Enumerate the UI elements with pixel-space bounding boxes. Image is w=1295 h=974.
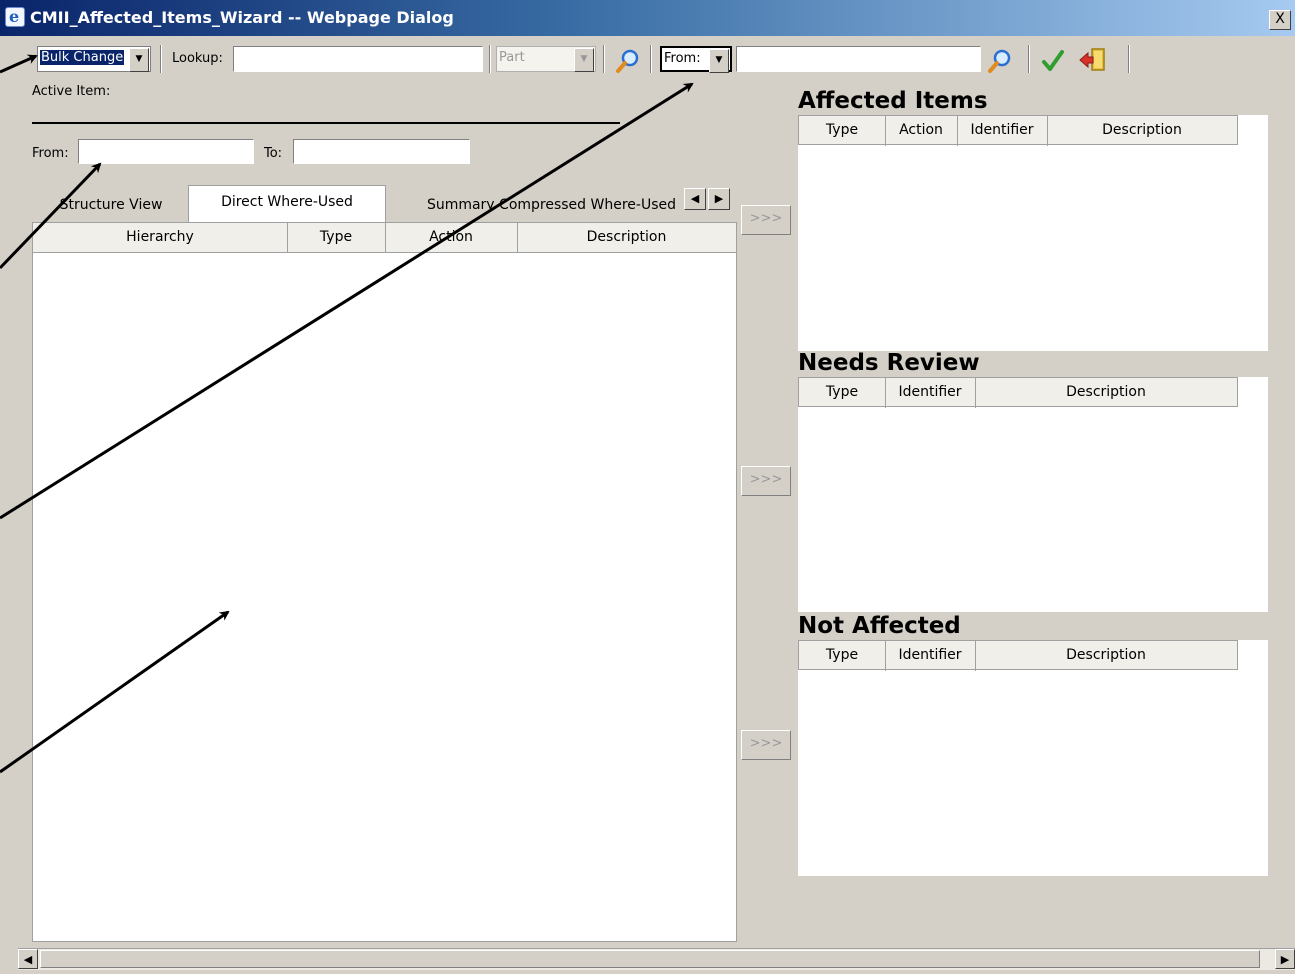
annotation-arrows [0,54,694,774]
annotation-arrow [0,54,38,74]
annotation-arrow [0,82,694,520]
annotation-arrow [0,162,102,270]
annotation-arrow [0,610,230,774]
